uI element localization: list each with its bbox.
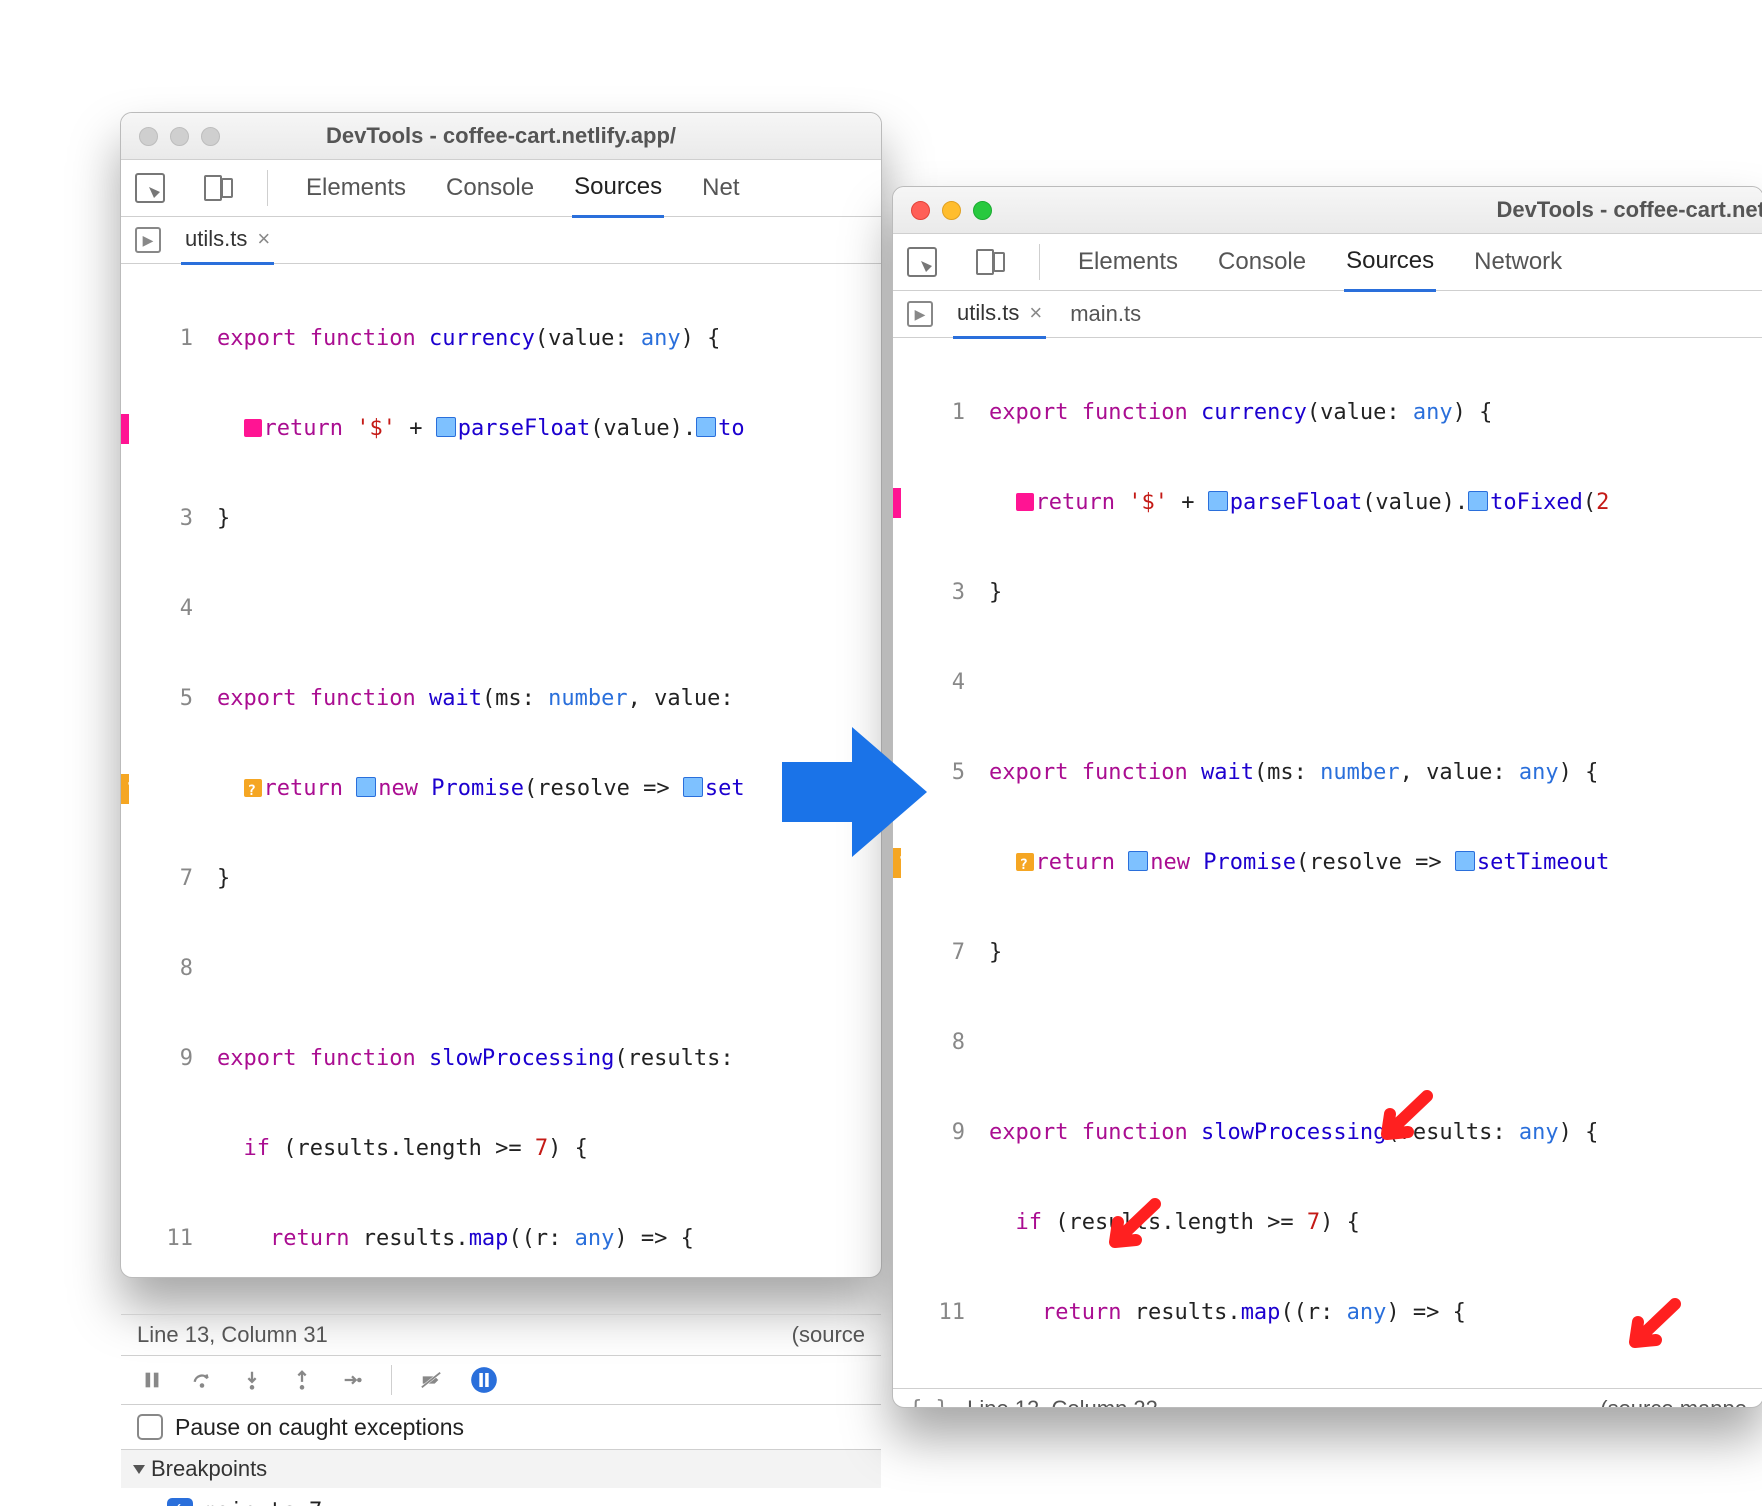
titlebar: DevTools - coffee-cart.net: [893, 187, 1762, 234]
inspect-icon[interactable]: [135, 173, 165, 203]
tab-network[interactable]: Net: [700, 160, 741, 216]
file-tabs: ▶ utils.ts× main.ts: [893, 291, 1762, 338]
tab-network[interactable]: Network: [1472, 234, 1564, 290]
navigator-icon[interactable]: ▶: [907, 301, 933, 327]
device-icon[interactable]: [973, 249, 1003, 275]
tab-sources[interactable]: Sources: [572, 159, 664, 218]
devtools-window-right: DevTools - coffee-cart.net Elements Cons…: [892, 186, 1762, 1408]
window-title: DevTools - coffee-cart.netlify.app/: [121, 123, 881, 149]
file-tab-utils[interactable]: utils.ts×: [181, 216, 274, 265]
arrow-annotation: [772, 712, 932, 872]
pause-icon[interactable]: [141, 1369, 163, 1391]
devtools-window-left: DevTools - coffee-cart.netlify.app/ Elem…: [120, 112, 882, 1278]
step-over-icon[interactable]: [191, 1369, 213, 1391]
step-out-icon[interactable]: [291, 1369, 313, 1391]
code-editor[interactable]: 1export function currency(value: any) { …: [893, 338, 1762, 1388]
file-tab-main[interactable]: main.ts: [1066, 291, 1145, 337]
window-title: DevTools - coffee-cart.net: [1496, 197, 1762, 223]
code-editor[interactable]: 1export function currency(value: any) { …: [121, 264, 881, 1314]
zoom-dot[interactable]: [973, 201, 992, 220]
devtools-tabs: Elements Console Sources Net: [121, 160, 881, 217]
tab-console[interactable]: Console: [444, 160, 536, 216]
step-icon[interactable]: [341, 1369, 363, 1391]
tab-elements[interactable]: Elements: [1076, 234, 1180, 290]
file-tabs: ▶ utils.ts×: [121, 217, 881, 264]
red-arrow-annotation: [1620, 1294, 1690, 1364]
pause-exceptions-icon[interactable]: [470, 1366, 498, 1394]
step-into-icon[interactable]: [241, 1369, 263, 1391]
breakpoints-section[interactable]: Breakpoints: [121, 1449, 881, 1488]
tab-console[interactable]: Console: [1216, 234, 1308, 290]
status-bar: Line 13, Column 31 (source: [121, 1314, 881, 1355]
triangle-icon: [133, 1465, 145, 1474]
tab-sources[interactable]: Sources: [1344, 233, 1436, 292]
devtools-tabs: Elements Console Sources Network: [893, 234, 1762, 291]
checkbox-icon[interactable]: [137, 1414, 163, 1440]
device-icon[interactable]: [201, 175, 231, 201]
debugger-toolbar: [121, 1355, 881, 1405]
red-arrow-annotation: [1372, 1086, 1442, 1156]
tab-elements[interactable]: Elements: [304, 160, 408, 216]
deactivate-bp-icon[interactable]: [420, 1369, 442, 1391]
navigator-icon[interactable]: ▶: [135, 227, 161, 253]
red-arrow-annotation: [1100, 1194, 1170, 1264]
breakpoint-item[interactable]: main.ts:7 createApp(App): [121, 1488, 881, 1506]
close-icon[interactable]: ×: [257, 226, 270, 252]
breakpoint-list: main.ts:7 createApp(App) utils.ts:2 retu…: [121, 1488, 881, 1506]
close-dot[interactable]: [911, 201, 930, 220]
titlebar: DevTools - coffee-cart.netlify.app/: [121, 113, 881, 160]
checkbox-icon[interactable]: [167, 1498, 193, 1506]
format-icon[interactable]: { }: [909, 1397, 949, 1408]
close-icon[interactable]: ×: [1029, 300, 1042, 326]
traffic-lights: [911, 201, 992, 220]
file-tab-utils[interactable]: utils.ts×: [953, 290, 1046, 339]
pause-caught-row[interactable]: Pause on caught exceptions: [121, 1405, 881, 1449]
minimize-dot[interactable]: [942, 201, 961, 220]
inspect-icon[interactable]: [907, 247, 937, 277]
status-bar: { } Line 12, Column 22 (source mappe: [893, 1388, 1762, 1408]
